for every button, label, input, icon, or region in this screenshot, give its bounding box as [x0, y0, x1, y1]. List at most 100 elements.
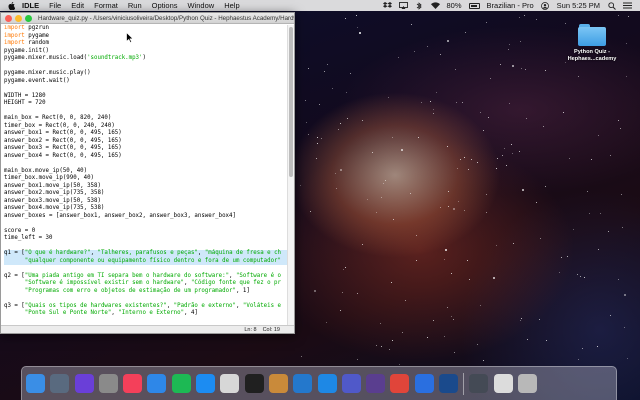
scrollbar-thumb[interactable] — [289, 27, 293, 177]
menu-edit[interactable]: Edit — [71, 1, 84, 10]
spotify-icon[interactable] — [171, 374, 191, 393]
star — [470, 158, 472, 160]
siri-icon[interactable] — [74, 374, 94, 393]
finder-icon[interactable] — [26, 374, 45, 393]
airplay-icon[interactable] — [398, 2, 408, 9]
zoom-window-button[interactable] — [25, 14, 32, 22]
trash-icon[interactable] — [517, 374, 537, 393]
visual-studio-code-icon[interactable] — [293, 374, 313, 393]
code-line: timer_box.move_ip(990, 40) — [4, 175, 287, 183]
chrome-icon[interactable] — [390, 374, 410, 393]
close-window-button[interactable] — [5, 14, 12, 22]
star — [610, 315, 612, 317]
menu-file[interactable]: File — [49, 1, 61, 10]
github-desktop-icon[interactable] — [366, 374, 386, 393]
star — [561, 256, 563, 258]
app-store-icon[interactable] — [196, 374, 216, 393]
star — [513, 243, 515, 245]
window-title: Hardware_quiz.py - /Users/viniciusolivei… — [38, 14, 294, 22]
code-token: , — [197, 250, 205, 256]
window-titlebar[interactable]: Hardware_quiz.py - /Users/viniciusolivei… — [1, 13, 294, 24]
code-token: answer_box2.move_ip(735, 358) — [4, 190, 105, 196]
vertical-scrollbar[interactable] — [287, 25, 294, 327]
star — [468, 169, 470, 171]
menu-help[interactable]: Help — [224, 1, 239, 10]
firefox-icon[interactable] — [414, 374, 434, 393]
code-token: score = 0 — [4, 227, 36, 234]
quicktime-icon[interactable] — [439, 374, 459, 393]
star — [479, 111, 481, 113]
menu-options[interactable]: Options — [152, 1, 178, 10]
star — [465, 32, 467, 34]
dropbox-icon[interactable] — [382, 2, 392, 9]
star — [598, 249, 600, 251]
code-editor[interactable]: import pgzrun import pygame import random p… — [1, 25, 289, 327]
star — [340, 309, 341, 311]
star — [492, 277, 495, 280]
menu-run[interactable]: Run — [128, 1, 142, 10]
star — [479, 304, 481, 306]
star — [627, 358, 629, 360]
star — [300, 184, 302, 186]
control-center-icon[interactable] — [623, 2, 632, 9]
star — [435, 92, 437, 94]
spotlight-search-icon[interactable] — [607, 1, 616, 10]
python-launcher-icon[interactable] — [220, 374, 240, 393]
star — [476, 161, 478, 163]
code-token: pgzrun — [24, 25, 50, 31]
wifi-icon[interactable] — [430, 2, 440, 9]
launchpad-icon[interactable] — [50, 374, 70, 393]
code-line: timer_box = Rect(0, 0, 240, 240) — [4, 123, 287, 131]
input-source[interactable]: Brazilian - Pro — [487, 1, 534, 10]
code-line: pygame.init() — [4, 48, 287, 56]
star — [584, 276, 586, 278]
code-line: answer_box3.move_ip(50, 538) — [4, 198, 287, 206]
battery-icon[interactable] — [468, 2, 480, 9]
code-token: timer_box = Rect(0, 0, 240, 240) — [4, 122, 115, 129]
star — [579, 275, 581, 277]
star — [624, 326, 626, 328]
battery-percent: 80% — [446, 1, 462, 10]
star — [317, 137, 319, 139]
checkmark-app-icon[interactable] — [317, 374, 337, 393]
star — [332, 88, 334, 90]
preview-icon[interactable] — [268, 374, 288, 393]
safari-icon[interactable] — [147, 374, 167, 393]
code-line: "Ponte Sul e Ponte Norte", "Interno e Ex… — [4, 310, 287, 318]
star — [521, 188, 524, 191]
code-line: answer_box1.move_ip(50, 358) — [4, 183, 287, 191]
menu-format[interactable]: Format — [94, 1, 118, 10]
star — [545, 70, 547, 72]
system-preferences-icon[interactable] — [98, 374, 118, 393]
user-icon[interactable] — [541, 1, 550, 10]
star — [509, 44, 511, 46]
apple-icon[interactable] — [6, 1, 16, 10]
teams-icon[interactable] — [341, 374, 361, 393]
minimize-window-button[interactable] — [15, 14, 22, 22]
star — [304, 99, 306, 101]
star — [521, 318, 523, 320]
terminal-icon[interactable] — [244, 374, 264, 393]
screenshot-icon[interactable] — [493, 374, 513, 393]
desktop-folder-python-quiz[interactable]: Python Quiz - Hephaes...cademy — [560, 24, 624, 63]
code-token: "Talheres, parafusos e peças" — [97, 250, 198, 256]
star — [409, 192, 411, 194]
code-token: answer_box3 = Rect(0, 0, 495, 165) — [4, 145, 122, 151]
star — [597, 134, 599, 136]
menu-window[interactable]: Window — [188, 1, 215, 10]
keyboard-viewer-icon[interactable] — [469, 374, 489, 393]
code-token: , 1] — [235, 287, 250, 294]
star — [420, 101, 422, 103]
code-token: "Software é o — [235, 272, 281, 279]
app-menu-idle[interactable]: IDLE — [22, 1, 39, 10]
clock[interactable]: Sun 5:25 PM — [557, 1, 600, 10]
code-line: q1 = ["O que é hardware?", "Talheres, pa… — [4, 250, 287, 258]
code-token: "Interno e Externo" — [118, 310, 185, 316]
star — [381, 196, 383, 198]
bluetooth-icon[interactable] — [415, 1, 424, 10]
star — [542, 125, 544, 127]
star — [413, 50, 415, 52]
music-icon[interactable] — [123, 374, 143, 393]
star — [443, 259, 445, 261]
star — [511, 143, 513, 145]
